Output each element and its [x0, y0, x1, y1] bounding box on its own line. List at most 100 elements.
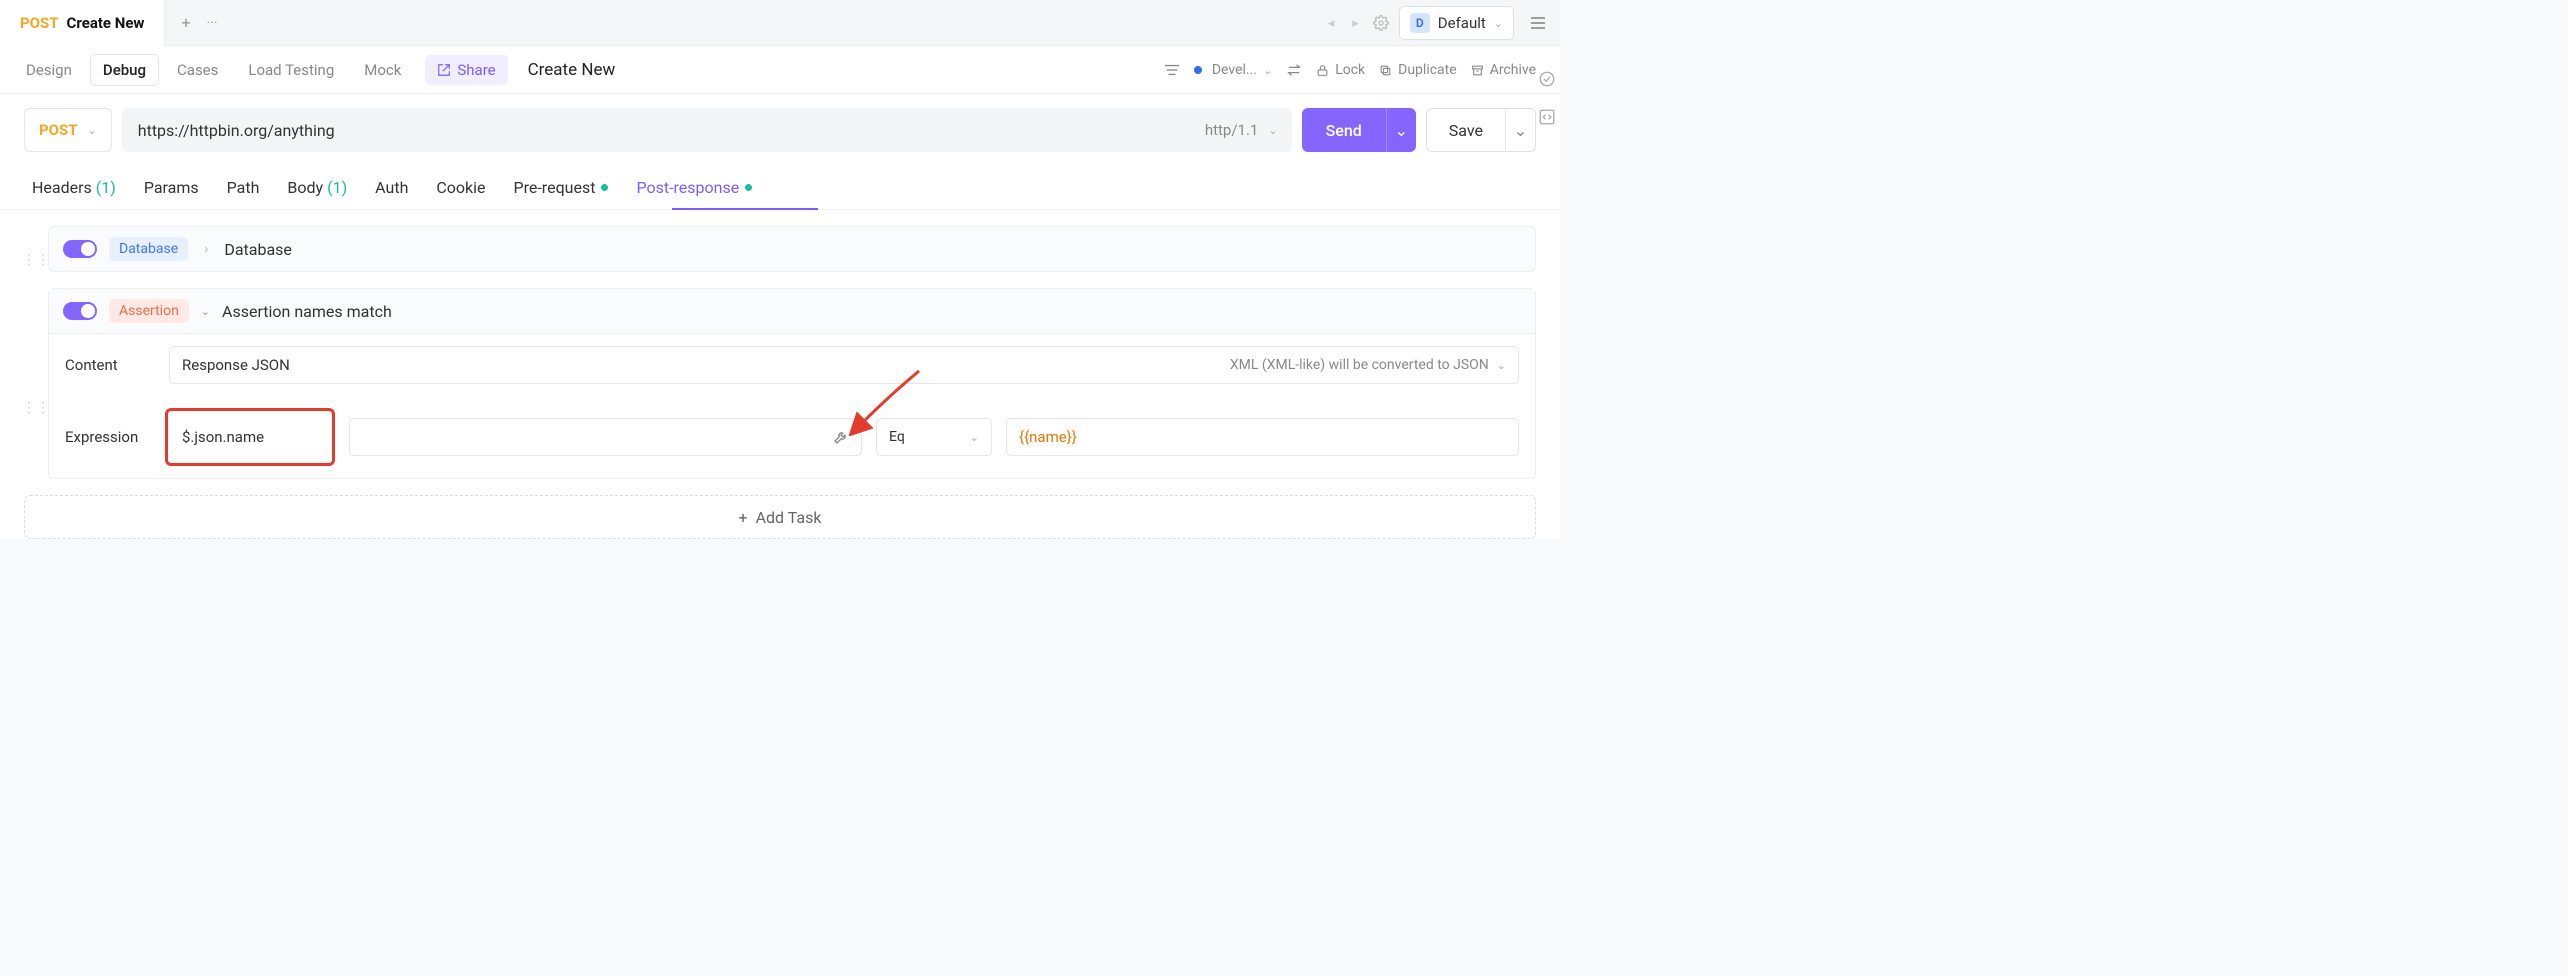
mode-design[interactable]: Design: [14, 55, 84, 85]
tab-overflow-icon[interactable]: ···: [207, 15, 218, 31]
drag-handle-icon[interactable]: ⋮⋮: [22, 400, 50, 416]
add-task-button[interactable]: + Add Task: [24, 495, 1536, 539]
mode-mock[interactable]: Mock: [352, 55, 413, 85]
archive-label: Archive: [1490, 62, 1536, 78]
database-toggle[interactable]: [63, 240, 97, 258]
expected-value-input[interactable]: {{name}}: [1006, 418, 1519, 456]
expression-value: $.json.name: [182, 428, 264, 446]
chevron-down-icon: ⌄: [1497, 359, 1506, 372]
assertion-chip[interactable]: Assertion: [109, 299, 189, 323]
tab-headers-label: Headers: [32, 178, 92, 197]
nav-forward-icon[interactable]: ▸: [1348, 12, 1363, 35]
lock-button[interactable]: Lock: [1316, 62, 1365, 78]
env-chip: D: [1410, 13, 1430, 33]
nav-back-icon[interactable]: ◂: [1324, 12, 1339, 35]
database-chip[interactable]: Database: [109, 237, 188, 261]
operator-value: Eq: [889, 429, 905, 445]
content-select[interactable]: Response JSON XML (XML-like) will be con…: [169, 346, 1519, 384]
duplicate-label: Duplicate: [1398, 62, 1457, 78]
assertion-expression-row: Expression $.json.name Eq ⌄ {{name}}: [49, 396, 1535, 478]
tab-body-count: (1): [327, 178, 347, 197]
add-task-label: Add Task: [756, 508, 822, 527]
lock-label: Lock: [1335, 62, 1365, 78]
assertion-title[interactable]: Assertion names match: [222, 302, 392, 321]
expression-label: Expression: [65, 428, 155, 446]
tab-body-label: Body: [287, 178, 323, 197]
tab-headers-count: (1): [96, 178, 116, 197]
chevron-down-icon: ⌄: [88, 124, 97, 137]
chevron-down-icon: ⌄: [970, 431, 979, 444]
filter-icon[interactable]: [1164, 63, 1180, 77]
chevron-down-icon[interactable]: ⌄: [201, 305, 210, 318]
environment-selector[interactable]: D Default ⌄: [1399, 6, 1514, 40]
tab-post-response[interactable]: Post-response: [636, 168, 752, 207]
tab-path[interactable]: Path: [227, 168, 260, 207]
env-name: Default: [1438, 14, 1486, 32]
duplicate-button[interactable]: Duplicate: [1379, 62, 1457, 78]
run-env-label: Devel...: [1212, 62, 1257, 78]
tab-pre-request[interactable]: Pre-request: [514, 168, 609, 207]
save-dropdown-icon[interactable]: ⌄: [1505, 108, 1535, 152]
assertion-content-row: Content Response JSON XML (XML-like) wil…: [49, 334, 1535, 396]
database-name[interactable]: Database: [224, 240, 292, 259]
assertion-toggle[interactable]: [63, 302, 97, 320]
share-button[interactable]: Share: [425, 55, 507, 85]
url-value: https://httpbin.org/anything: [138, 121, 335, 140]
send-dropdown-icon[interactable]: ⌄: [1386, 108, 1416, 152]
wrench-icon[interactable]: [833, 429, 849, 445]
save-button[interactable]: Save ⌄: [1426, 108, 1536, 152]
tab-body[interactable]: Body (1): [287, 168, 347, 207]
top-tab-bar: POST Create New + ··· ◂ ▸ D Default ⌄: [0, 0, 1560, 46]
dot-indicator-icon: [745, 184, 752, 191]
code-panel-icon[interactable]: [1538, 108, 1556, 126]
method-select[interactable]: POST ⌄: [24, 108, 112, 152]
tab-pre-label: Pre-request: [514, 178, 596, 197]
assertion-task-header: Assertion ⌄ Assertion names match: [49, 289, 1535, 334]
send-button[interactable]: Send ⌄: [1302, 108, 1416, 152]
doc-title[interactable]: Create New: [528, 60, 616, 80]
settings-gear-icon[interactable]: [1373, 15, 1389, 31]
dot-indicator-icon: [601, 184, 608, 191]
url-input[interactable]: https://httpbin.org/anything http/1.1 ⌄: [122, 108, 1292, 152]
swap-icon[interactable]: [1286, 63, 1302, 77]
expression-extra-input[interactable]: [349, 418, 862, 456]
send-label: Send: [1302, 121, 1386, 140]
save-label: Save: [1427, 121, 1505, 140]
content-label: Content: [65, 356, 155, 374]
plus-icon: +: [739, 508, 748, 527]
hamburger-icon[interactable]: [1524, 10, 1552, 36]
validate-icon[interactable]: [1538, 70, 1556, 88]
tab-auth[interactable]: Auth: [375, 168, 408, 207]
tab-headers[interactable]: Headers (1): [32, 168, 116, 207]
request-url-row: POST ⌄ https://httpbin.org/anything http…: [0, 94, 1560, 166]
content-hint: XML (XML-like) will be converted to JSON: [1230, 357, 1489, 373]
tab-title: Create New: [67, 14, 145, 32]
archive-button[interactable]: Archive: [1471, 62, 1536, 78]
method-label: POST: [39, 121, 78, 139]
request-tabs: Headers (1) Params Path Body (1) Auth Co…: [0, 166, 1560, 210]
operator-select[interactable]: Eq ⌄: [876, 418, 992, 456]
database-task-header: Database › Database: [49, 227, 1535, 271]
expected-value: {{name}}: [1019, 428, 1077, 446]
env-dot-icon: [1194, 66, 1202, 74]
run-env-selector[interactable]: Devel... ⌄: [1194, 62, 1272, 78]
tab-params[interactable]: Params: [144, 168, 199, 207]
share-label: Share: [457, 61, 495, 79]
chevron-right-icon: ›: [200, 241, 212, 257]
chevron-down-icon[interactable]: ⌄: [1268, 124, 1277, 137]
mode-load-testing[interactable]: Load Testing: [236, 55, 346, 85]
mode-bar: Design Debug Cases Load Testing Mock Sha…: [0, 46, 1560, 94]
new-tab-icon[interactable]: +: [181, 13, 190, 32]
content-value: Response JSON: [182, 356, 290, 374]
mode-cases[interactable]: Cases: [165, 55, 230, 85]
protocol-label: http/1.1: [1205, 121, 1259, 139]
drag-handle-icon[interactable]: ⋮⋮: [22, 252, 50, 268]
chevron-down-icon: ⌄: [1494, 17, 1503, 30]
tab-cookie[interactable]: Cookie: [436, 168, 485, 207]
tab-post-label: Post-response: [636, 178, 739, 197]
tab-method-badge: POST: [20, 14, 59, 32]
mode-debug[interactable]: Debug: [90, 54, 159, 86]
chevron-down-icon: ⌄: [1263, 64, 1272, 77]
active-tab[interactable]: POST Create New: [0, 0, 165, 46]
expression-input-highlight[interactable]: $.json.name: [165, 408, 335, 466]
